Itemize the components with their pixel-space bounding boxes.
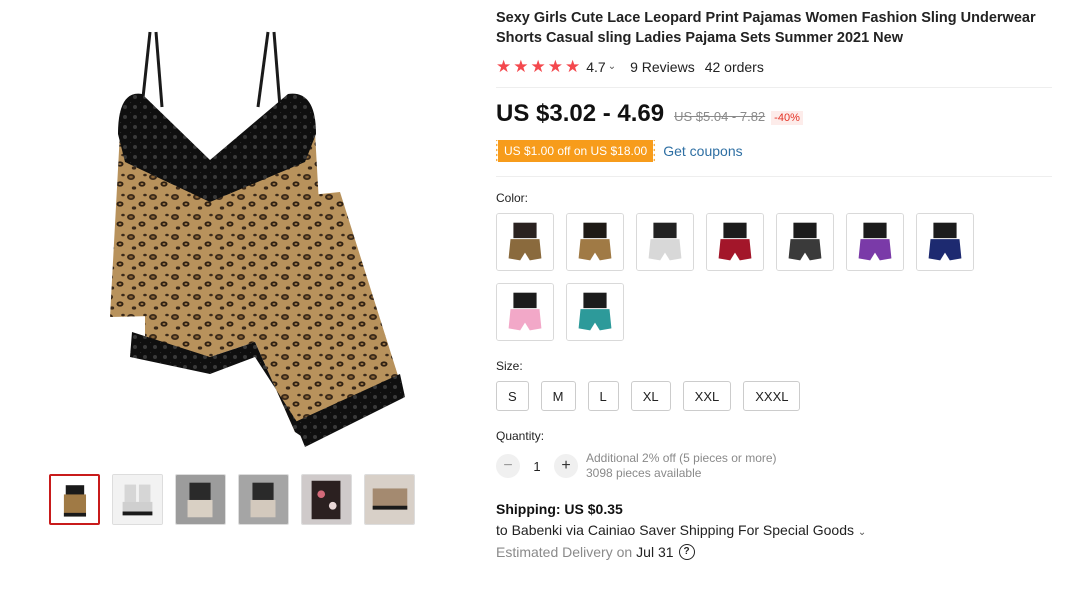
size-label: Size: — [496, 359, 523, 373]
color-swatch-leopard[interactable] — [566, 213, 624, 271]
size-option-m[interactable]: M — [540, 381, 576, 411]
size-option-xl[interactable]: XL — [630, 381, 671, 411]
shipping-detail-text: to Babenki via Cainiao Saver Shipping Fo… — [496, 522, 854, 538]
star-icon: ★ — [496, 57, 512, 76]
size-option-l[interactable]: L — [587, 381, 619, 411]
size-option-xxxl[interactable]: XXXL — [743, 381, 801, 411]
thumbnail-black-floral[interactable] — [301, 474, 352, 525]
rating-stars: ★ ★ ★ ★ ★ — [496, 58, 580, 75]
star-icon: ★ — [547, 57, 563, 76]
thumbnail-grey-floral-2[interactable] — [238, 474, 289, 525]
star-icon: ★ — [530, 57, 546, 76]
orders-count: 42 orders — [704, 58, 764, 75]
discount-badge: -40% — [771, 111, 803, 125]
delivery-date: Jul 31 — [636, 544, 674, 560]
thumbnail-floral-shorts[interactable] — [364, 474, 415, 525]
product-title: Sexy Girls Cute Lace Leopard Print Pajam… — [496, 10, 1036, 46]
bulk-discount-text: Additional 2% off (5 pieces or more) — [586, 451, 777, 465]
main-product-image[interactable] — [60, 12, 440, 462]
thumbnail-grey-floral[interactable] — [175, 474, 226, 525]
product-info: Sexy Girls Cute Lace Leopard Print Pajam… — [493, 8, 1052, 560]
rating-row: ★ ★ ★ ★ ★ 4.7 ⌄ 9 Reviews 42 orders — [496, 58, 1052, 88]
pieces-available-text: 3098 pieces available — [586, 466, 702, 480]
current-price: US $3.02 - 4.69 — [496, 100, 665, 127]
star-icon: ★ — [565, 57, 581, 76]
color-swatch-white-floral[interactable] — [636, 213, 694, 271]
shipping-method-selector[interactable]: to Babenki via Cainiao Saver Shipping Fo… — [496, 522, 1052, 538]
delivery-label: Estimated Delivery on — [496, 544, 633, 560]
estimated-delivery: Estimated Delivery on Jul 31 ? — [496, 544, 1052, 560]
chevron-down-icon[interactable]: ⌄ — [608, 61, 616, 72]
size-option-s[interactable]: S — [496, 381, 529, 411]
coupon-tag[interactable]: US $1.00 off on US $18.00 — [493, 140, 656, 162]
help-icon[interactable]: ? — [678, 544, 695, 560]
quantity-label: Quantity: — [496, 429, 545, 443]
color-swatch-teal[interactable] — [566, 283, 624, 341]
color-swatch-black-white[interactable] — [776, 213, 834, 271]
rating-value[interactable]: 4.7 — [586, 59, 605, 75]
size-option-xxl[interactable]: XXL — [682, 381, 732, 411]
size-options: S M L XL XXL XXXL — [496, 381, 1052, 411]
product-page: Sexy Girls Cute Lace Leopard Print Pajam… — [0, 0, 1068, 600]
original-price: US $5.04 - 7.82 — [674, 109, 766, 124]
get-coupons-link[interactable]: Get coupons — [663, 143, 742, 159]
color-swatch-purple[interactable] — [846, 213, 904, 271]
quantity-stepper: − + Additional 2% off (5 pieces or more)… — [496, 451, 1052, 481]
shipping-title: Shipping: US $0.35 — [496, 501, 623, 517]
color-swatch-red[interactable] — [706, 213, 764, 271]
quantity-note: Additional 2% off (5 pieces or more) 309… — [586, 451, 777, 481]
reviews-link[interactable]: 9 Reviews — [630, 59, 695, 75]
color-label: Color: — [496, 191, 529, 205]
price-row: US $3.02 - 4.69 US $5.04 - 7.82 -40% — [496, 100, 1052, 128]
decrease-quantity-button[interactable]: − — [496, 454, 520, 478]
thumbnail-leopard-set[interactable] — [49, 474, 100, 525]
star-icon: ★ — [513, 57, 529, 76]
color-swatch-navy[interactable] — [916, 213, 974, 271]
color-swatches — [496, 213, 986, 341]
coupon-row: US $1.00 off on US $18.00 Get coupons — [493, 140, 1052, 177]
color-swatch-leopard-black-strap[interactable] — [496, 213, 554, 271]
increase-quantity-button[interactable]: + — [554, 454, 578, 478]
thumbnail-strip — [49, 474, 415, 525]
chevron-down-icon: ⌄ — [857, 527, 867, 538]
quantity-input[interactable] — [520, 457, 554, 475]
color-swatch-pink[interactable] — [496, 283, 554, 341]
thumbnail-white-floral[interactable] — [112, 474, 163, 525]
